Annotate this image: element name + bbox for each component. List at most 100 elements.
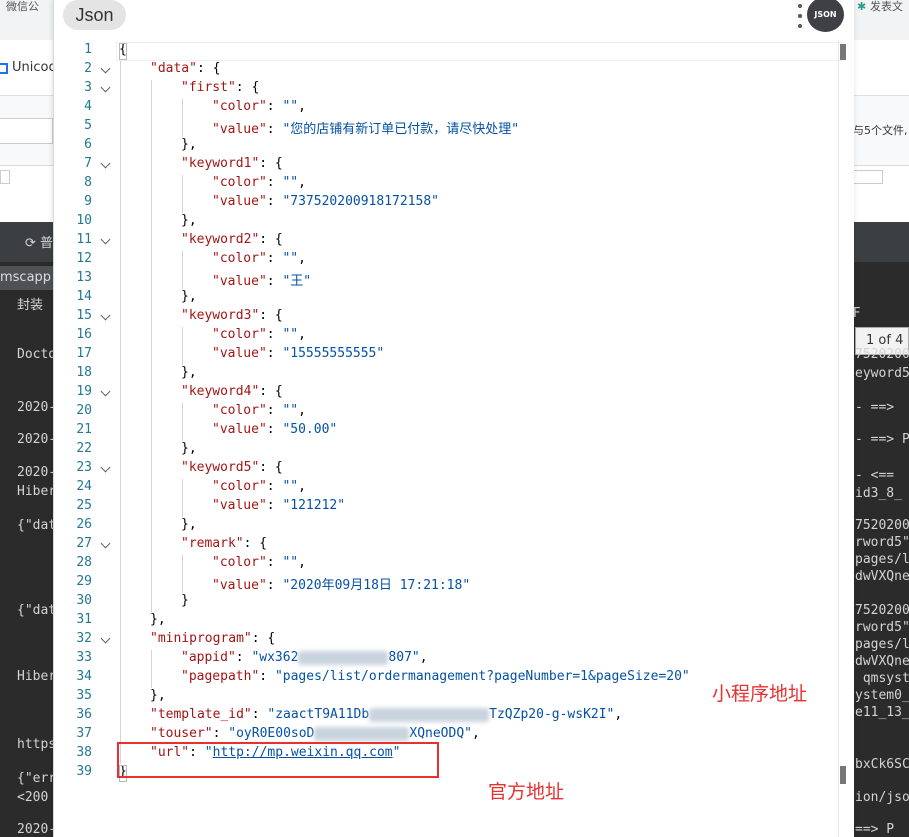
code-line[interactable]: "value": "王" — [212, 270, 311, 289]
fold-chevron-icon[interactable] — [100, 634, 112, 646]
fold-chevron-icon[interactable] — [100, 463, 112, 475]
fold-chevron-icon[interactable] — [100, 83, 112, 95]
line-number: 19 — [76, 384, 92, 399]
console-text: Hiber — [17, 669, 57, 684]
code-line[interactable]: }, — [181, 213, 197, 228]
json-punctuation: : — [266, 122, 283, 137]
line-number: 6 — [84, 137, 92, 152]
json-string: "737520200918172158" — [282, 194, 439, 209]
code-line[interactable]: "pagepath": "pages/list/ordermanagement?… — [181, 669, 690, 684]
json-key: "keyword1" — [181, 156, 260, 171]
indent-guide — [151, 650, 152, 688]
background-tab-label-right[interactable]: 发表文 — [870, 0, 903, 14]
code-line[interactable]: "value": "737520200918172158" — [212, 194, 439, 209]
code-line[interactable]: "keyword4": { — [181, 384, 283, 399]
fold-chevron-icon[interactable] — [100, 235, 112, 247]
current-line-highlight — [116, 42, 842, 61]
code-line[interactable]: }, — [181, 517, 197, 532]
indent-guide — [182, 479, 183, 517]
line-number: 5 — [84, 118, 92, 133]
code-line[interactable]: }, — [150, 612, 166, 627]
more-options-icon[interactable] — [797, 4, 803, 28]
code-line[interactable]: "color": "", — [212, 99, 306, 114]
fold-chevron-icon[interactable] — [100, 159, 112, 171]
console-text: {"err — [17, 771, 57, 786]
json-punctuation: : — [235, 650, 252, 665]
code-line[interactable]: }, — [181, 441, 197, 456]
json-viewer-window: Json JSON 1{2 "data": {3 "first": {4 "color… — [53, 0, 854, 837]
code-line[interactable]: "color": "", — [212, 555, 306, 570]
background-tab-label[interactable]: 微信公 — [6, 0, 39, 14]
background-filter-chip[interactable] — [0, 170, 10, 184]
code-line[interactable]: "touser": "oyR0E00soD XQneODQ", — [150, 726, 480, 741]
fold-chevron-icon[interactable] — [100, 387, 112, 399]
refresh-icon[interactable]: ⟳ — [25, 236, 36, 251]
json-punctuation: : — [212, 726, 229, 741]
code-line[interactable]: "color": "", — [212, 403, 306, 418]
scrollbar-marker-top[interactable] — [840, 44, 846, 60]
code-line[interactable]: "remark": { — [181, 536, 267, 551]
json-punctuation: : — [266, 403, 283, 418]
json-punctuation: : — [266, 99, 283, 114]
fold-chevron-icon[interactable] — [100, 539, 112, 551]
code-line[interactable]: "template_id": "zaactT9A11Db TzQZp20-g-ws… — [150, 707, 622, 722]
code-line[interactable]: } — [181, 593, 189, 608]
line-number: 28 — [76, 555, 92, 570]
console-text: Hiber — [17, 484, 57, 499]
line-number: 33 — [76, 650, 92, 665]
json-key: "touser" — [150, 726, 213, 741]
code-line[interactable]: "value": "15555555555" — [212, 346, 384, 361]
code-line[interactable]: "color": "", — [212, 327, 306, 342]
background-console-tab-label[interactable]: mscapp — [0, 270, 51, 285]
console-text: 7520200 — [855, 518, 909, 533]
json-string: "121212" — [282, 498, 346, 513]
json-punctuation: : { — [259, 384, 283, 399]
code-line[interactable]: }, — [150, 688, 166, 703]
code-line[interactable]: "value": "50.00" — [212, 422, 337, 437]
code-line[interactable]: }, — [181, 365, 197, 380]
console-text: - ==> P — [855, 432, 909, 447]
bracket-match-box — [119, 43, 127, 60]
line-number: 22 — [76, 441, 92, 456]
fold-chevron-icon[interactable] — [100, 311, 112, 323]
code-line[interactable]: "color": "", — [212, 251, 306, 266]
json-extension-icon[interactable]: JSON — [807, 0, 844, 32]
line-number: 31 — [76, 612, 92, 627]
indent-guide — [120, 61, 121, 764]
indent-guide — [182, 175, 183, 213]
code-line[interactable]: }, — [181, 137, 197, 152]
checkbox-checked-icon[interactable] — [0, 63, 8, 74]
code-line[interactable]: "color": "", — [212, 175, 306, 190]
code-line[interactable]: "keyword2": { — [181, 232, 283, 247]
json-punctuation: : — [266, 479, 283, 494]
code-line[interactable]: "miniprogram": { — [150, 631, 275, 646]
json-punctuation: : { — [235, 80, 260, 95]
code-line[interactable]: "value": "2020年09月18日 17:21:18" — [212, 574, 470, 593]
code-line[interactable]: "keyword5": { — [181, 460, 283, 475]
code-line[interactable]: }, — [181, 289, 197, 304]
json-key: "keyword2" — [181, 232, 260, 247]
line-number: 35 — [76, 688, 92, 703]
json-punctuation: : — [251, 707, 268, 722]
code-line[interactable]: "appid": "wx362 807", — [181, 650, 428, 665]
json-string: "zaactT9A11Db — [267, 707, 370, 722]
code-line[interactable]: "data": { — [150, 61, 220, 76]
json-punctuation: : — [266, 327, 283, 342]
console-text: id3_8_ — [855, 486, 902, 501]
line-number: 11 — [76, 232, 92, 247]
json-string: "" — [282, 555, 299, 570]
code-line[interactable]: "keyword1": { — [181, 156, 283, 171]
background-right-tab[interactable]: F — [853, 306, 860, 321]
code-line[interactable]: "color": "", — [212, 479, 306, 494]
code-line[interactable]: "value": "121212" — [212, 498, 345, 513]
code-line[interactable]: "first": { — [181, 80, 259, 95]
code-line[interactable]: "keyword3": { — [181, 308, 283, 323]
line-number: 12 — [76, 251, 92, 266]
scrollbar-marker-bottom[interactable] — [840, 766, 846, 784]
fold-chevron-icon[interactable] — [100, 64, 112, 76]
json-tab[interactable]: Json — [63, 0, 126, 30]
background-button[interactable] — [0, 118, 53, 144]
background-filter-chip-right[interactable] — [853, 170, 883, 184]
code-line[interactable]: "value": "您的店铺有新订单已付款，请尽快处理" — [212, 118, 519, 137]
json-punctuation: , — [298, 403, 306, 418]
